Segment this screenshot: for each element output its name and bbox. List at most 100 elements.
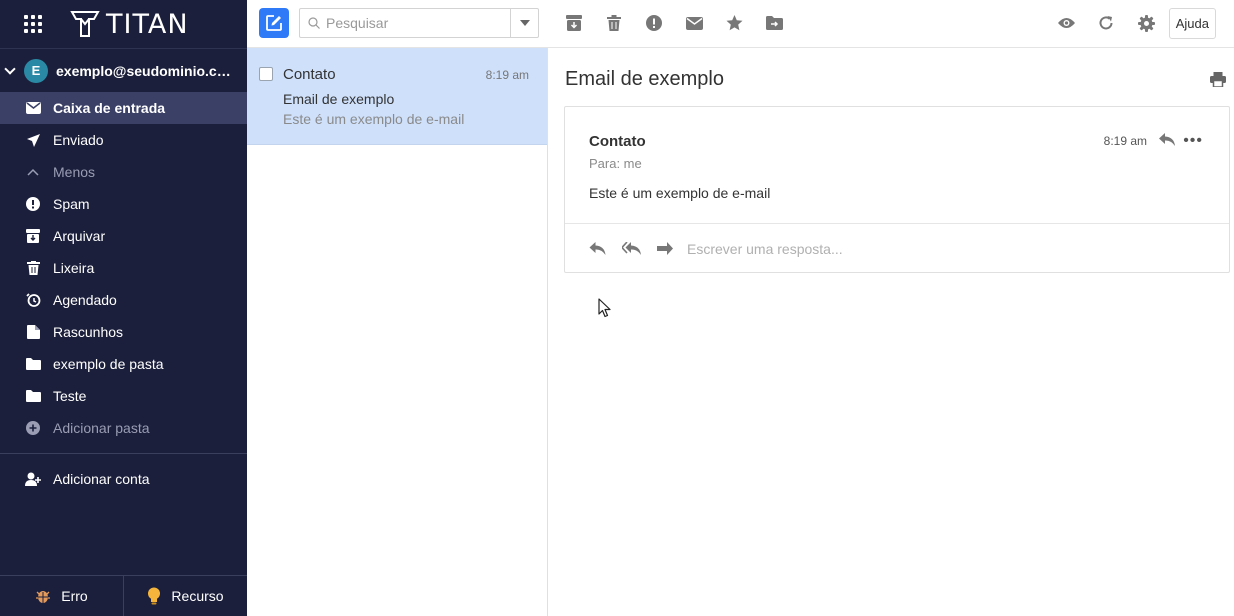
sidebar-item-trash[interactable]: Lixeira [0,252,247,284]
lightbulb-icon [147,587,161,605]
caret-down-icon [519,20,530,26]
archive-icon [566,15,582,31]
print-icon [1210,72,1226,88]
envelope-icon [685,16,703,30]
reply-all-button[interactable] [622,242,641,255]
sidebar-item-add-folder[interactable]: Adicionar pasta [0,412,247,444]
brand-bar: TITAN [0,0,247,48]
archive-button[interactable] [565,14,583,32]
sidebar-item-folder-example[interactable]: exemplo de pasta [0,348,247,380]
compose-button[interactable] [259,8,289,38]
email-sender: Contato [589,133,646,150]
reply-bar: Escrever uma resposta... [565,223,1229,273]
search-options-button[interactable] [510,9,538,37]
sidebar-item-drafts[interactable]: Rascunhos [0,316,247,348]
archive-icon [25,228,41,244]
draft-icon [25,324,41,340]
search-icon [308,17,320,29]
reply-quick-button[interactable] [589,242,606,255]
sidebar-item-sent[interactable]: Enviado [0,124,247,156]
reply-icon [1159,133,1175,146]
print-button[interactable] [1210,72,1226,92]
message-subject: Email de exemplo [283,91,395,107]
forward-icon [657,242,673,255]
reading-pane: Email de exemplo Contato 8:19 am ••• Par… [548,48,1234,616]
sidebar-item-label: Arquivar [53,228,106,244]
reply-button[interactable] [1159,133,1175,151]
list-item[interactable]: Contato 8:19 am Email de exemplo Este é … [247,48,547,145]
search-input[interactable] [326,15,506,31]
settings-button[interactable] [1137,14,1155,32]
refresh-icon [1099,16,1113,30]
refresh-button[interactable] [1097,14,1115,32]
delete-button[interactable] [605,14,623,32]
forward-button[interactable] [657,242,673,255]
eye-icon [1057,18,1075,28]
chevron-down-icon[interactable] [4,62,16,75]
gear-icon [1137,14,1155,32]
sidebar-item-label: Menos [53,164,96,180]
sidebar-item-add-account[interactable]: Adicionar conta [0,463,247,495]
titan-logo-icon [70,11,100,37]
account-email: exemplo@seudominio.co... [56,62,234,79]
message-time: 8:19 am [485,68,529,82]
schedule-icon [25,292,41,308]
reply-input[interactable]: Escrever uma resposta... [687,241,843,257]
star-button[interactable] [725,14,743,32]
trash-icon [607,15,621,31]
bug-icon [35,588,51,604]
inbox-icon [25,100,41,116]
trash-icon [25,260,41,276]
select-checkbox[interactable] [259,67,273,81]
toolbar: Ajuda [247,0,1234,48]
brand-name: TITAN [106,8,189,40]
sidebar-item-label: Enviado [53,132,104,148]
sidebar-item-label: Lixeira [53,260,95,276]
sidebar-item-label: Adicionar pasta [53,420,150,436]
email-card: Contato 8:19 am ••• Para: me Este é um e… [564,106,1230,273]
email-time: 8:19 am [1103,134,1147,148]
chevron-up-icon [25,164,41,180]
sidebar-footer: Erro Recurso [0,575,247,616]
logo: TITAN [70,9,189,40]
sidebar-item-less[interactable]: Menos [0,156,247,188]
email-subject: Email de exemplo [565,68,724,90]
feature-request-button[interactable]: Recurso [123,576,247,616]
search-box[interactable] [299,8,539,38]
report-bug-button[interactable]: Erro [0,576,123,616]
sidebar-item-label: Rascunhos [53,324,124,340]
help-button[interactable]: Ajuda [1168,8,1216,39]
sidebar: TITAN E exemplo@seudominio.co... Caixa d… [0,0,247,616]
message-sender: Contato [283,66,336,83]
bug-label: Erro [61,588,88,604]
alert-icon [646,15,662,31]
sidebar-item-inbox[interactable]: Caixa de entrada [0,92,247,124]
message-list: Contato 8:19 am Email de exemplo Este é … [247,48,548,616]
send-icon [25,132,41,148]
more-options-button[interactable]: ••• [1183,132,1203,150]
compose-icon [266,15,282,31]
sidebar-item-scheduled[interactable]: Agendado [0,284,247,316]
sidebar-item-label: exemplo de pasta [53,356,164,372]
move-button[interactable] [765,14,783,32]
sidebar-item-label: Caixa de entrada [53,100,166,116]
app-grid-icon[interactable] [24,15,42,33]
reply-icon [589,242,606,255]
sidebar-item-folder-teste[interactable]: Teste [0,380,247,412]
feature-label: Recurso [171,588,224,604]
sidebar-item-label: Spam [53,196,90,212]
mark-read-button[interactable] [685,14,703,32]
account-switcher[interactable]: E exemplo@seudominio.co... [0,48,247,92]
sidebar-item-archive[interactable]: Arquivar [0,220,247,252]
divider [0,453,247,454]
move-to-folder-icon [765,16,783,30]
view-button[interactable] [1057,14,1075,32]
folder-icon [25,388,41,404]
sidebar-item-label: Teste [53,388,87,404]
message-preview: Este é um exemplo de e-mail [283,111,465,127]
alert-icon [25,196,41,212]
spam-button[interactable] [645,14,663,32]
reply-all-icon [622,242,641,255]
sidebar-item-spam[interactable]: Spam [0,188,247,220]
add-folder-icon [25,420,41,436]
